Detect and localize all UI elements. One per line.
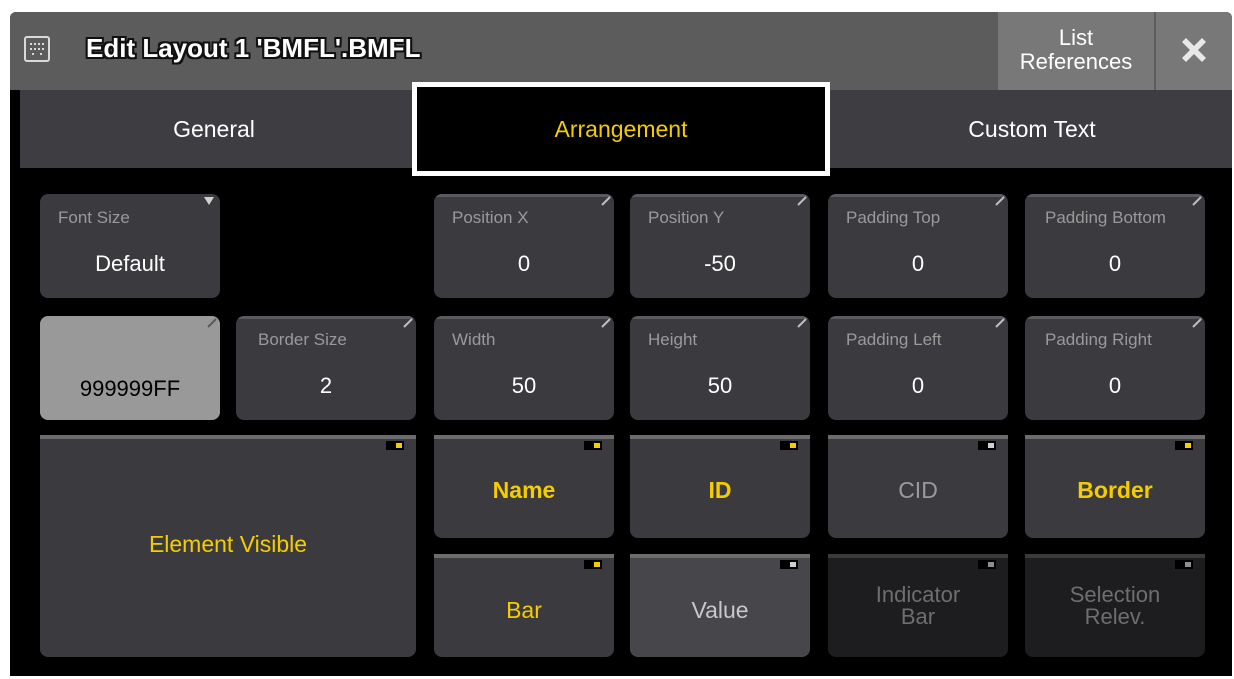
edit-pencil-icon (1192, 318, 1202, 328)
list-references-label-line2: References (1019, 49, 1133, 74)
padding-right-value: 0 (1108, 373, 1122, 398)
border-color-value: 999999FF (79, 376, 181, 401)
tab-arrangement[interactable]: Arrangement (412, 82, 830, 176)
title-bar: Edit Layout 1 'BMFL'.BMFL List Reference… (10, 12, 1232, 90)
name-toggle[interactable]: Name (434, 435, 614, 538)
cid-toggle[interactable]: CID (828, 435, 1008, 538)
edit-pencil-icon (995, 318, 1005, 328)
height-value: 50 (707, 373, 733, 398)
position-y-label: Position Y (648, 208, 725, 227)
element-visible-label: Element Visible (148, 531, 308, 557)
tab-bar: General Arrangement Custom Text (20, 82, 1232, 176)
id-toggle[interactable]: ID (630, 435, 810, 538)
width-field[interactable]: Width 50 (434, 316, 614, 420)
name-toggle-label: Name (492, 477, 556, 503)
padding-left-label: Padding Left (846, 330, 942, 349)
selection-relev-label-line1: Selection (1069, 582, 1161, 607)
bar-toggle[interactable]: Bar (434, 554, 614, 657)
padding-right-field[interactable]: Padding Right 0 (1025, 316, 1205, 420)
position-x-value: 0 (517, 251, 531, 276)
edit-pencil-icon (797, 318, 807, 328)
height-field[interactable]: Height 50 (630, 316, 810, 420)
border-color-swatch[interactable]: 999999FF (40, 316, 220, 420)
border-toggle-label: Border (1077, 477, 1153, 503)
height-label: Height (648, 330, 698, 349)
toggle-indicator-icon (1175, 560, 1193, 569)
padding-left-field[interactable]: Padding Left 0 (828, 316, 1008, 420)
border-size-label: Border Size (258, 330, 347, 349)
position-x-field[interactable]: Position X 0 (434, 194, 614, 298)
layout-icon (24, 36, 50, 62)
toggle-indicator-icon (780, 441, 798, 450)
edit-pencil-icon (601, 318, 611, 328)
indicator-bar-label-line1: Indicator (875, 582, 961, 607)
edit-pencil-icon (995, 196, 1005, 206)
border-size-field[interactable]: Border Size 2 (236, 316, 416, 420)
toggle-indicator-icon (978, 441, 996, 450)
list-references-label-line1: List (1058, 25, 1094, 50)
padding-bottom-value: 0 (1108, 251, 1122, 276)
edit-layout-window: Edit Layout 1 'BMFL'.BMFL List Reference… (10, 12, 1232, 676)
value-toggle-label: Value (691, 597, 749, 623)
value-toggle[interactable]: Value (630, 554, 810, 657)
element-visible-toggle[interactable]: Element Visible (40, 435, 416, 657)
bar-toggle-label: Bar (506, 597, 542, 623)
dropdown-arrow-icon (204, 197, 214, 205)
border-size-value: 2 (319, 373, 333, 398)
padding-bottom-label: Padding Bottom (1045, 208, 1166, 227)
position-y-field[interactable]: Position Y -50 (630, 194, 810, 298)
window-title: Edit Layout 1 'BMFL'.BMFL (86, 33, 421, 63)
padding-bottom-field[interactable]: Padding Bottom 0 (1025, 194, 1205, 298)
padding-top-field[interactable]: Padding Top 0 (828, 194, 1008, 298)
font-size-value: Default (95, 251, 165, 276)
close-button[interactable] (1156, 12, 1232, 90)
padding-left-value: 0 (911, 373, 925, 398)
list-references-button[interactable]: List References (998, 12, 1154, 90)
tab-general[interactable]: General (20, 90, 408, 168)
padding-top-value: 0 (911, 251, 925, 276)
indicator-bar-label-line2: Bar (900, 604, 936, 629)
edit-pencil-icon (403, 318, 413, 328)
font-size-field[interactable]: Font Size Default (40, 194, 220, 298)
toggle-indicator-icon (1175, 441, 1193, 450)
close-icon (1182, 38, 1206, 62)
padding-right-label: Padding Right (1045, 330, 1152, 349)
toggle-indicator-icon (978, 560, 996, 569)
tab-custom-text[interactable]: Custom Text (832, 90, 1232, 168)
selection-relev-label-line2: Relev. (1084, 604, 1146, 629)
id-toggle-label: ID (708, 477, 732, 503)
edit-pencil-icon (797, 196, 807, 206)
width-label: Width (452, 330, 496, 349)
position-y-value: -50 (704, 251, 736, 276)
edit-pencil-icon (601, 196, 611, 206)
toggle-indicator-icon (780, 560, 798, 569)
font-size-label: Font Size (58, 208, 130, 227)
padding-top-label: Padding Top (846, 208, 941, 227)
border-toggle[interactable]: Border (1025, 435, 1205, 538)
edit-pencil-icon (207, 318, 217, 328)
toggle-indicator-icon (584, 560, 602, 569)
edit-pencil-icon (1192, 196, 1202, 206)
toggle-indicator-icon (386, 441, 404, 450)
position-x-label: Position X (452, 208, 529, 227)
cid-toggle-label: CID (898, 477, 938, 503)
indicator-bar-toggle[interactable]: Indicator Bar (828, 554, 1008, 657)
selection-relev-toggle[interactable]: Selection Relev. (1025, 554, 1205, 657)
toggle-indicator-icon (584, 441, 602, 450)
width-value: 50 (511, 373, 537, 398)
